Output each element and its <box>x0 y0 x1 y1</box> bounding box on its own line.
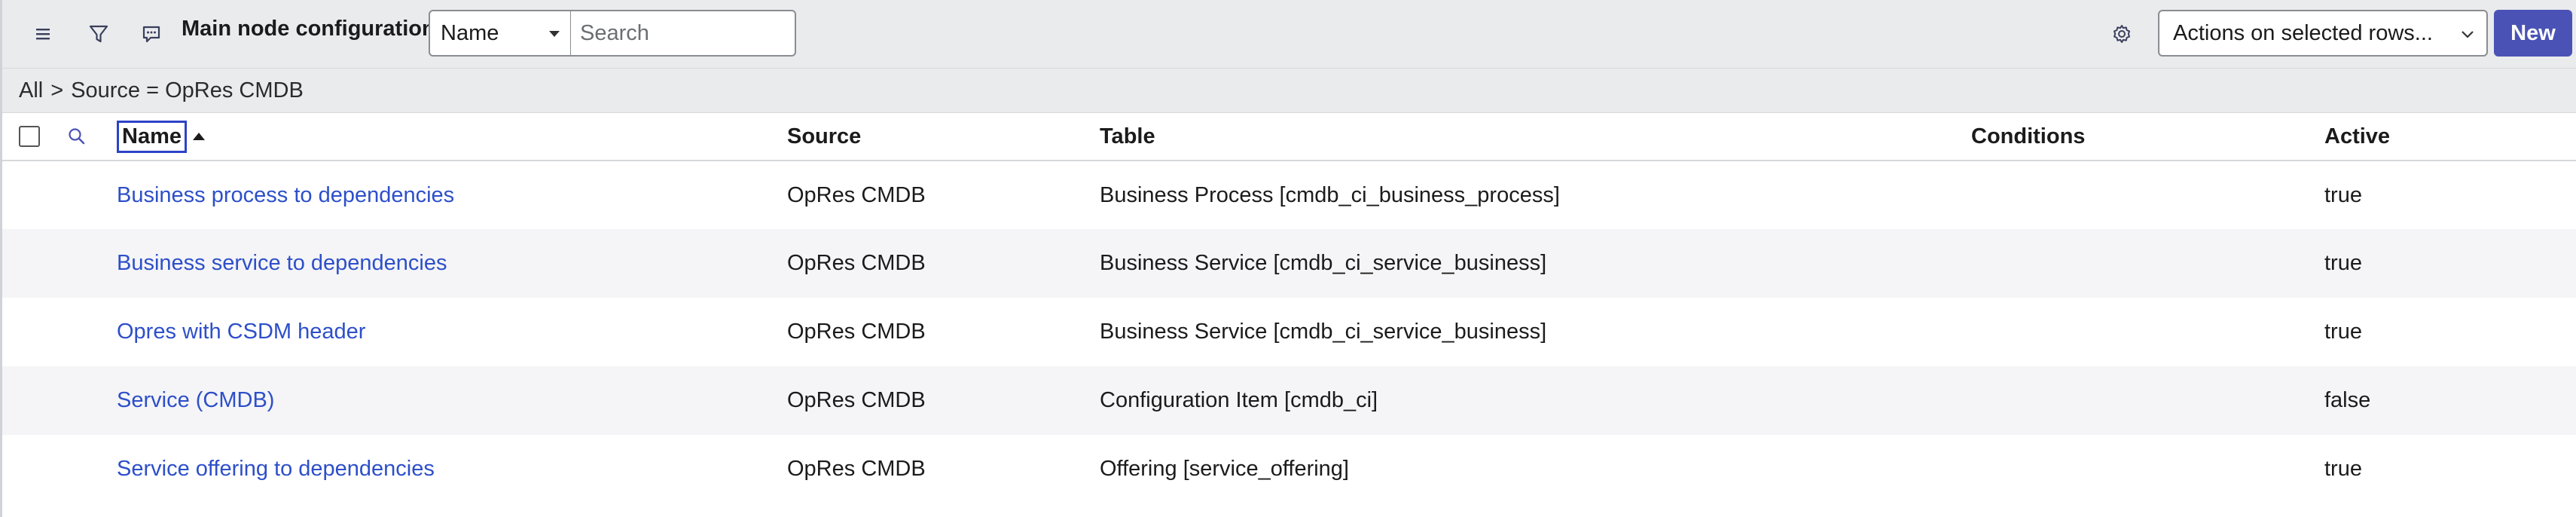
table-header-row: Name Source Table Conditions Active <box>2 113 2576 161</box>
cell-active: true <box>2324 320 2362 344</box>
cell-table: Business Service [cmdb_ci_service_busine… <box>1100 251 1547 275</box>
caret-down-icon <box>549 31 560 37</box>
comment-icon[interactable] <box>129 11 174 57</box>
cell-source: OpRes CMDB <box>787 457 926 481</box>
cell-active: true <box>2324 182 2362 207</box>
cell-table: Business Process [cmdb_ci_business_proce… <box>1100 182 1560 207</box>
list-toolbar: Main node configurations Name Actions on… <box>2 0 2576 69</box>
search-field-select[interactable]: Name <box>429 10 572 57</box>
hamburger-menu-icon[interactable] <box>20 11 66 57</box>
search-icon[interactable] <box>66 125 88 148</box>
cell-active: true <box>2324 457 2362 481</box>
cell-conditions <box>1971 435 2324 503</box>
record-name-link[interactable]: Business process to dependencies <box>117 183 454 207</box>
cell-active: false <box>2324 388 2371 412</box>
breadcrumb: All > Source = OpRes CMDB <box>2 69 2576 113</box>
table-row: Opres with CSDM header OpRes CMDB Busine… <box>2 298 2576 366</box>
cell-conditions <box>1971 366 2324 435</box>
table-row: Service (CMDB) OpRes CMDB Configuration … <box>2 366 2576 435</box>
table-row: Business service to dependencies OpRes C… <box>2 229 2576 298</box>
record-name-link[interactable]: Service offering to dependencies <box>117 457 435 481</box>
cell-conditions <box>1971 161 2324 229</box>
cell-source: OpRes CMDB <box>787 388 926 412</box>
cell-source: OpRes CMDB <box>787 251 926 275</box>
search-field-selected: Name <box>441 20 499 45</box>
filter-icon[interactable] <box>76 11 121 57</box>
column-header-active[interactable]: Active <box>2324 113 2576 161</box>
cell-source: OpRes CMDB <box>787 182 926 207</box>
breadcrumb-filter[interactable]: Source = OpRes CMDB <box>71 78 304 103</box>
cell-conditions <box>1971 229 2324 298</box>
new-button[interactable]: New <box>2494 10 2572 57</box>
column-header-name[interactable]: Name <box>117 120 205 153</box>
cell-active: true <box>2324 251 2362 275</box>
select-all-checkbox[interactable] <box>19 126 40 147</box>
cell-table: Configuration Item [cmdb_ci] <box>1100 388 1378 412</box>
record-name-link[interactable]: Opres with CSDM header <box>117 320 365 344</box>
cell-table: Offering [service_offering] <box>1100 457 1349 481</box>
page-title: Main node configurations <box>182 17 447 41</box>
records-table: Name Source Table Conditions Active Busi… <box>2 113 2576 503</box>
table-row: Business process to dependencies OpRes C… <box>2 161 2576 229</box>
cell-table: Business Service [cmdb_ci_service_busine… <box>1100 320 1547 344</box>
search-input[interactable] <box>570 10 796 57</box>
column-header-conditions[interactable]: Conditions <box>1971 113 2324 161</box>
gear-icon[interactable] <box>2099 11 2144 57</box>
actions-select-label: Actions on selected rows... <box>2173 20 2433 45</box>
sort-ascending-icon <box>193 133 205 140</box>
column-header-source[interactable]: Source <box>787 113 1100 161</box>
cell-source: OpRes CMDB <box>787 320 926 344</box>
record-name-link[interactable]: Service (CMDB) <box>117 388 274 412</box>
breadcrumb-separator: > <box>50 78 64 102</box>
column-header-table[interactable]: Table <box>1100 113 1971 161</box>
actions-select[interactable]: Actions on selected rows... <box>2158 10 2488 57</box>
cell-conditions <box>1971 298 2324 366</box>
record-name-link[interactable]: Business service to dependencies <box>117 251 447 275</box>
table-row: Service offering to dependencies OpRes C… <box>2 435 2576 503</box>
breadcrumb-root[interactable]: All <box>19 78 43 103</box>
chevron-down-icon <box>2462 31 2474 38</box>
